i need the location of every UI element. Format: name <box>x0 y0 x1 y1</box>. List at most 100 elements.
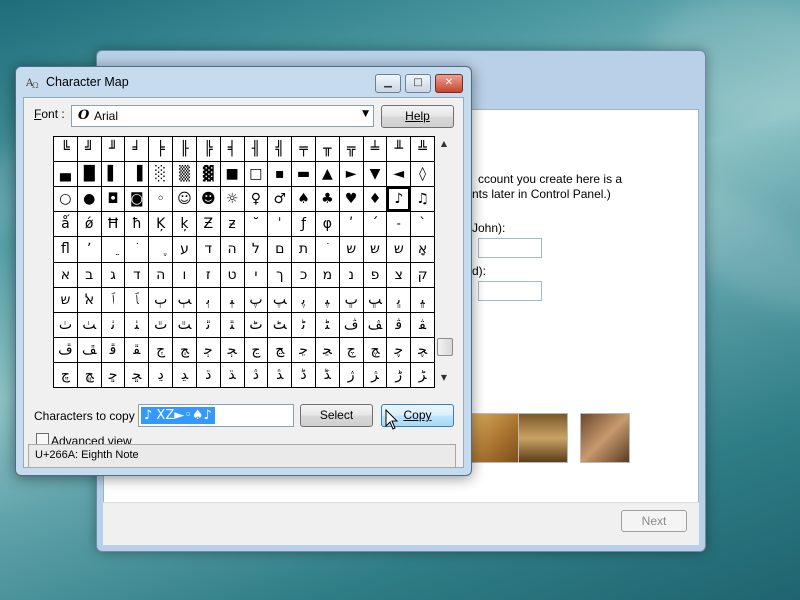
character-cell[interactable]: א <box>54 262 77 287</box>
character-cell[interactable]: ˋ <box>411 212 434 237</box>
character-cell[interactable]: ╢ <box>244 137 268 162</box>
character-cell[interactable]: ב <box>77 262 101 287</box>
character-cell[interactable]: ╠ <box>196 137 220 162</box>
character-cell[interactable]: ﭥ <box>220 312 244 337</box>
character-cell[interactable]: ﭺ <box>339 337 363 362</box>
scroll-down-icon[interactable]: ▼ <box>436 370 452 386</box>
character-grid[interactable]: ╚ ╝ ╜ ╛ ╞ ╟ ╠ ╡ ╢ ╣ ╤ ╥ ╦ ╧ ╨ ╩ ▄ █ ▌ ▐ ░ ▒ ▓ ■ □ ▪ ▬ ▲ ► ▼ ◄ ◊ ○ ● ◘ ◙ ◦ ☺ ☻ ☼… <box>53 136 435 388</box>
character-cell[interactable]: ● <box>77 187 101 212</box>
character-cell[interactable]: ▄ <box>54 162 77 187</box>
character-cell[interactable]: ﭹ <box>315 337 339 362</box>
character-cell[interactable]: ǻ <box>54 212 77 237</box>
character-cell[interactable]: ﭝ <box>411 287 434 312</box>
character-cell[interactable]: ╟ <box>173 137 196 162</box>
character-cell[interactable]: ♪ <box>387 187 411 212</box>
character-cell[interactable]: ʼ <box>77 237 101 262</box>
character-cell[interactable]: ﭳ <box>173 337 196 362</box>
character-cell[interactable]: ƶ <box>220 212 244 237</box>
minimize-button[interactable]: ▁ <box>375 74 401 93</box>
character-cell[interactable]: ﭷ <box>268 337 292 362</box>
second-input[interactable] <box>478 281 542 301</box>
scroll-thumb[interactable] <box>437 338 453 356</box>
character-cell[interactable]: ﭼ <box>387 337 411 362</box>
character-cell[interactable]: ◦ <box>149 187 173 212</box>
character-cell[interactable]: ♥ <box>339 187 363 212</box>
character-cell[interactable]: אָ <box>411 237 434 262</box>
character-cell[interactable]: ﭚ <box>339 287 363 312</box>
character-cell[interactable]: נ <box>339 262 363 287</box>
character-cell[interactable]: ﭖ <box>244 287 268 312</box>
character-cell[interactable]: ד <box>196 237 220 262</box>
character-cell[interactable]: ﭴ <box>196 337 220 362</box>
character-cell[interactable]: ╣ <box>268 137 292 162</box>
character-cell[interactable]: ♂ <box>268 187 292 212</box>
character-cell[interactable]: ֹ <box>315 237 339 262</box>
character-cell[interactable]: מ <box>315 262 339 287</box>
font-dropdown[interactable]: O Arial ▼ <box>71 105 374 127</box>
character-cell[interactable]: ע <box>173 237 196 262</box>
character-cell[interactable]: ש <box>339 237 363 262</box>
character-cell[interactable]: ﭬ <box>387 312 411 337</box>
character-cell[interactable]: ﭰ <box>101 337 125 362</box>
character-cell[interactable]: ▼ <box>363 162 387 187</box>
dog-picture[interactable] <box>470 413 520 463</box>
character-cell[interactable]: ╜ <box>101 137 125 162</box>
character-cell[interactable]: ﭯ <box>77 337 101 362</box>
character-cell[interactable]: ǿ <box>77 212 101 237</box>
character-cell[interactable]: ▲ <box>315 162 339 187</box>
character-cell[interactable]: ﭩ <box>315 312 339 337</box>
character-cell[interactable]: ﭿ <box>77 362 101 387</box>
character-cell[interactable]: ▬ <box>292 162 315 187</box>
character-cell[interactable]: ķ <box>173 212 196 237</box>
character-cell[interactable]: ħ <box>125 212 149 237</box>
character-cell[interactable]: ט <box>220 262 244 287</box>
character-cell[interactable]: ▐ <box>125 162 149 187</box>
character-cell[interactable]: ☺ <box>173 187 196 212</box>
character-cell[interactable]: Ƶ <box>196 212 220 237</box>
character-cell[interactable]: ˊ <box>363 212 387 237</box>
character-cell[interactable]: ﭶ <box>244 337 268 362</box>
character-cell[interactable]: ק <box>411 262 434 287</box>
character-cell[interactable]: ﮀ <box>101 362 125 387</box>
character-cell[interactable]: ﮋ <box>363 362 387 387</box>
character-cell[interactable]: ﭏ <box>77 287 101 312</box>
character-cell[interactable]: כ <box>292 262 315 287</box>
character-cell[interactable]: ﭔ <box>196 287 220 312</box>
character-cell[interactable]: Ħ <box>101 212 125 237</box>
character-cell[interactable]: ◘ <box>101 187 125 212</box>
character-cell[interactable]: ש <box>387 237 411 262</box>
character-cell[interactable]: φ <box>315 212 339 237</box>
character-cell[interactable]: ו <box>173 262 196 287</box>
character-cell[interactable]: ֶ <box>149 237 173 262</box>
character-cell[interactable]: ﭗ <box>268 287 292 312</box>
character-cell[interactable]: ה <box>220 237 244 262</box>
character-cell[interactable]: █ <box>77 162 101 187</box>
character-cell[interactable]: ﮍ <box>411 362 434 387</box>
character-cell[interactable]: ﬂ <box>54 237 77 262</box>
name-input[interactable] <box>478 238 542 258</box>
character-cell[interactable]: ﭠ <box>101 312 125 337</box>
title-bar[interactable]: AΩ Character Map ▁ □ ✕ <box>16 67 471 97</box>
character-cell[interactable]: ﭣ <box>173 312 196 337</box>
character-cell[interactable]: ﭞ <box>54 312 77 337</box>
character-cell[interactable]: ► <box>339 162 363 187</box>
character-cell[interactable]: ﭧ <box>268 312 292 337</box>
character-cell[interactable]: ˘ <box>244 212 268 237</box>
character-cell[interactable]: ﭫ <box>363 312 387 337</box>
character-cell[interactable]: ☼ <box>220 187 244 212</box>
cat-picture[interactable] <box>580 413 630 463</box>
character-cell[interactable]: ▓ <box>196 162 220 187</box>
character-cell[interactable]: ﭒ <box>149 287 173 312</box>
character-cell[interactable]: ♦ <box>363 187 387 212</box>
character-cell[interactable]: ╛ <box>125 137 149 162</box>
character-cell[interactable]: ╚ <box>54 137 77 162</box>
character-cell[interactable]: ♣ <box>315 187 339 212</box>
character-cell[interactable]: ג <box>101 262 125 287</box>
character-cell[interactable]: ♫ <box>411 187 434 212</box>
character-cell[interactable]: ˗ <box>387 212 411 237</box>
character-cell[interactable]: ╦ <box>339 137 363 162</box>
character-cell[interactable]: ○ <box>54 187 77 212</box>
character-cell[interactable]: ל <box>244 237 268 262</box>
character-cell[interactable]: ☻ <box>196 187 220 212</box>
character-cell[interactable]: ﮈ <box>292 362 315 387</box>
